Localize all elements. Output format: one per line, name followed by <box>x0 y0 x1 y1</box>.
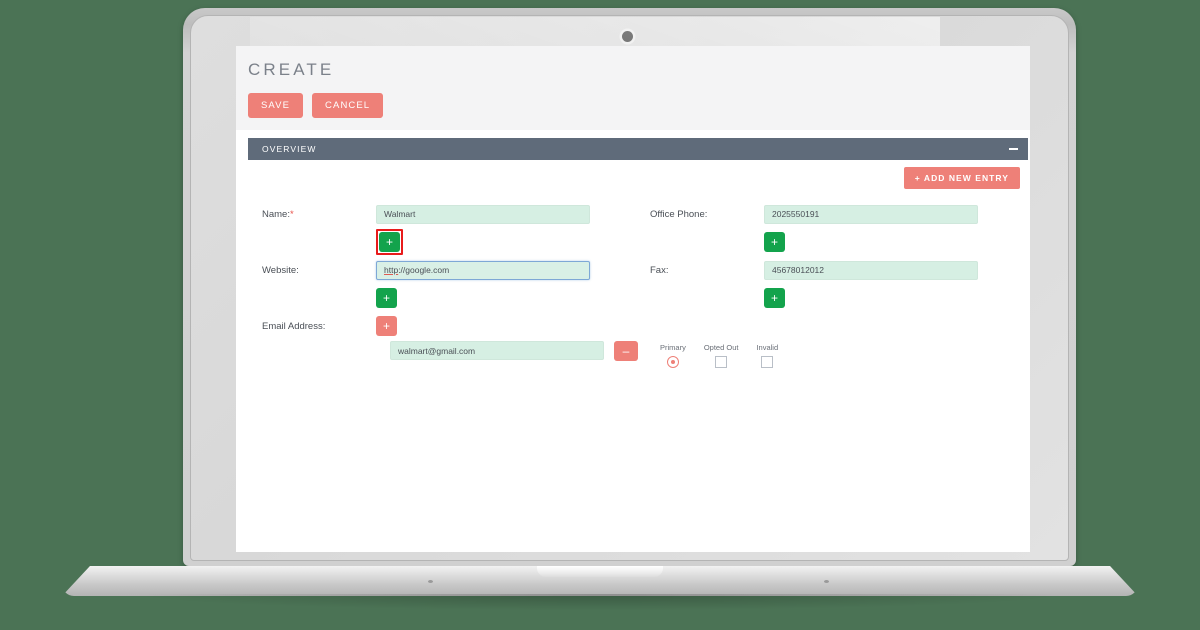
form-column-right: Office Phone: + Fax: <box>628 201 1016 339</box>
minus-icon[interactable] <box>1009 147 1018 151</box>
fax-label: Fax: <box>650 264 669 276</box>
office-phone-label: Office Phone: <box>650 208 708 220</box>
add-fax-button[interactable]: + <box>764 288 785 308</box>
screenshot-stage: CREATE SAVE CANCEL OVERVIEW + ADD NEW EN… <box>0 0 1200 630</box>
website-add-row: + <box>248 283 628 313</box>
overview-section-title: OVERVIEW <box>262 144 317 154</box>
form-grid: Name:* + Website: http://google.com <box>248 189 1028 339</box>
laptop-screen: CREATE SAVE CANCEL OVERVIEW + ADD NEW EN… <box>236 46 1030 552</box>
option-opted-out: Opted Out <box>703 343 739 368</box>
fax-input[interactable] <box>764 260 978 280</box>
opted-out-checkbox[interactable] <box>715 356 728 368</box>
name-add-row: + <box>248 227 628 257</box>
field-row-email: Email Address: + <box>248 313 628 339</box>
website-label: Website: <box>262 264 299 276</box>
email-input[interactable] <box>390 341 604 360</box>
name-input[interactable] <box>376 204 590 224</box>
laptop-shadow <box>140 594 1060 610</box>
overview-panel: + ADD NEW ENTRY Name:* + <box>248 160 1028 392</box>
invalid-checkbox[interactable] <box>761 356 774 368</box>
action-button-row: SAVE CANCEL <box>248 93 1030 118</box>
office-phone-input[interactable] <box>764 204 978 224</box>
option-invalid: Invalid <box>756 343 778 368</box>
save-button[interactable]: SAVE <box>248 93 304 118</box>
overview-section-header[interactable]: OVERVIEW <box>248 138 1028 160</box>
laptop-base-foot-right <box>824 580 829 583</box>
fax-add-row: + <box>636 283 1016 313</box>
field-row-website: Website: http://google.com <box>248 257 628 283</box>
invalid-label: Invalid <box>756 343 779 352</box>
add-office-phone-button[interactable]: + <box>764 232 785 252</box>
application-window: CREATE SAVE CANCEL OVERVIEW + ADD NEW EN… <box>236 46 1030 552</box>
add-website-button[interactable]: + <box>376 288 397 308</box>
field-row-office-phone: Office Phone: <box>636 201 1016 227</box>
required-asterisk: * <box>289 208 294 220</box>
cancel-button[interactable]: CANCEL <box>312 93 384 118</box>
remove-email-button[interactable]: – <box>614 341 638 361</box>
email-options-group: Primary Opted Out Invalid <box>660 341 778 368</box>
add-name-button[interactable]: + <box>379 232 400 252</box>
app-header: CREATE SAVE CANCEL <box>236 46 1030 130</box>
primary-radio[interactable] <box>666 356 679 368</box>
add-new-entry-button[interactable]: + ADD NEW ENTRY <box>903 167 1020 189</box>
option-primary: Primary <box>660 343 686 368</box>
field-row-name: Name:* <box>248 201 628 227</box>
name-label: Name:* <box>262 208 294 220</box>
add-email-button[interactable]: + <box>376 316 397 336</box>
highlight-box: + <box>376 229 403 255</box>
laptop-base-foot-left <box>428 580 433 583</box>
page-title: CREATE <box>248 60 335 79</box>
email-label: Email Address: <box>262 320 326 332</box>
email-entry-row: – Primary Opted Out Invalid <box>248 341 1028 368</box>
primary-label: Primary <box>660 343 686 352</box>
website-value-prefix: http <box>384 265 399 275</box>
field-row-fax: Fax: <box>636 257 1016 283</box>
add-entry-row: + ADD NEW ENTRY <box>248 160 1028 189</box>
webcam-icon <box>622 31 633 42</box>
laptop-base-notch <box>537 566 663 577</box>
opted-out-label: Opted Out <box>703 343 739 352</box>
form-column-left: Name:* + Website: http://google.com <box>248 201 628 339</box>
website-input[interactable]: http://google.com <box>376 260 590 280</box>
office-phone-add-row: + <box>636 227 1016 257</box>
website-value-suffix: ://google.com <box>398 265 450 275</box>
